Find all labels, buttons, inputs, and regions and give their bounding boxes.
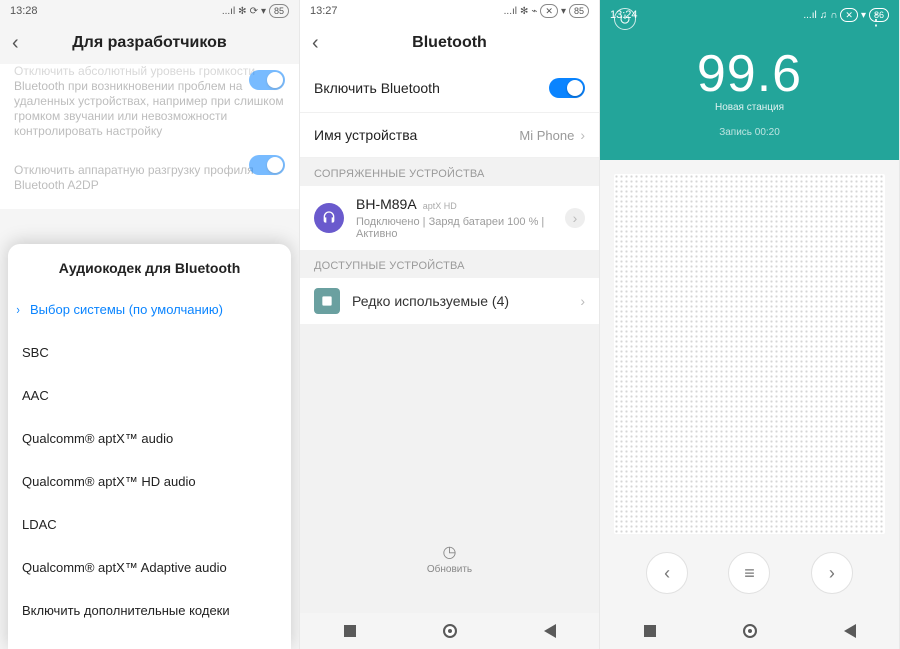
codec-option-ldac[interactable]: LDAC	[8, 503, 291, 546]
status-bar: 13:24 ...ıl♫∩✕▾86	[600, 4, 899, 26]
row-enable-bluetooth[interactable]: Включить Bluetooth	[300, 64, 599, 113]
station-name: Новая станция	[600, 102, 899, 113]
sheet-title: Аудиокодек для Bluetooth	[8, 244, 291, 288]
chevron-right-icon: ›	[580, 293, 585, 309]
folder-icon	[314, 288, 340, 314]
row-device-name[interactable]: Имя устройства Mi Phone›	[300, 113, 599, 158]
chevron-right-icon: ›	[580, 127, 585, 143]
codec-sheet: Аудиокодек для Bluetooth Выбор системы (…	[8, 244, 291, 649]
page-title: Bluetooth	[300, 34, 599, 52]
header: ‹ Bluetooth	[300, 22, 599, 64]
power-button[interactable]	[614, 8, 636, 30]
section-paired: СОПРЯЖЕННЫЕ УСТРОЙСТВА	[300, 158, 599, 186]
recording-status: Запись 00:20	[600, 127, 899, 138]
codec-option-enable-extra[interactable]: Включить дополнительные кодеки	[8, 589, 291, 632]
section-available: ДОСТУПНЫЕ УСТРОЙСТВА	[300, 250, 599, 278]
clock: 13:27	[310, 5, 338, 17]
codec-option-aptx[interactable]: Qualcomm® aptX™ audio	[8, 417, 291, 460]
content: Отключить абсолютный уровень громкости B…	[0, 64, 299, 649]
speaker-grille	[614, 174, 885, 534]
toggle-a2dp-offload[interactable]	[249, 155, 285, 175]
refresh-icon: ◷	[300, 542, 599, 562]
radio-header: 13:24 ...ıl♫∩✕▾86 ⋮ 99.6 Новая станция З…	[600, 0, 899, 160]
device-status: Подключено | Заряд батареи 100 % | Актив…	[356, 216, 547, 240]
radio-controls: ‹ ≡ ›	[600, 534, 899, 594]
codec-option-system-default[interactable]: Выбор системы (по умолчанию)	[8, 288, 291, 331]
codec-option-sbc[interactable]: SBC	[8, 331, 291, 374]
device-name: BH-M89A	[356, 196, 417, 212]
setting-absolute-volume: Отключить абсолютный уровень громкости B…	[0, 64, 299, 149]
headphones-icon	[314, 203, 344, 233]
frequency-display: 99.6	[600, 44, 899, 104]
refresh-button[interactable]: ◷ Обновить	[300, 542, 599, 575]
codec-option-aptx-adaptive[interactable]: Qualcomm® aptX™ Adaptive audio	[8, 546, 291, 589]
android-navbar	[600, 613, 899, 649]
android-navbar	[300, 613, 599, 649]
codec-badge: aptX HD	[423, 201, 457, 211]
nav-recent-icon[interactable]	[644, 625, 656, 637]
more-icon[interactable]: ⋮	[868, 10, 885, 30]
phone-bluetooth-settings: 13:27 ...ıl✻⌁✕▾85 ‹ Bluetooth Включить B…	[300, 0, 600, 649]
content: Включить Bluetooth Имя устройства Mi Pho…	[300, 64, 599, 613]
back-icon[interactable]: ‹	[312, 32, 319, 55]
paired-device[interactable]: BH-M89A aptX HD Подключено | Заряд батаре…	[300, 186, 599, 250]
row-rarely-used[interactable]: Редко используемые (4) ›	[300, 278, 599, 324]
stations-button[interactable]: ≡	[728, 552, 770, 594]
codec-option-disable-extra[interactable]: Отключить дополнительные кодеки	[8, 632, 291, 649]
status-icons: ...ıl✻⌁✕▾85	[504, 4, 589, 18]
prev-button[interactable]: ‹	[646, 552, 688, 594]
nav-home-icon[interactable]	[743, 624, 757, 638]
toggle-bluetooth[interactable]	[549, 78, 585, 98]
back-icon[interactable]: ‹	[12, 32, 19, 55]
codec-option-aac[interactable]: AAC	[8, 374, 291, 417]
phone-developer-options: 13:28 ...ıl✻⟳▾85 ‹ Для разработчиков Отк…	[0, 0, 300, 649]
nav-back-icon[interactable]	[844, 624, 856, 638]
setting-a2dp-offload: Отключить аппаратную разгрузку профиля B…	[0, 149, 299, 209]
nav-back-icon[interactable]	[544, 624, 556, 638]
status-icons: ...ıl✻⟳▾85	[222, 4, 289, 18]
codec-option-aptx-hd[interactable]: Qualcomm® aptX™ HD audio	[8, 460, 291, 503]
status-bar: 13:28 ...ıl✻⟳▾85	[0, 0, 299, 22]
nav-recent-icon[interactable]	[344, 625, 356, 637]
chevron-right-icon[interactable]: ›	[565, 208, 585, 228]
nav-home-icon[interactable]	[443, 624, 457, 638]
value: Mi Phone›	[519, 127, 585, 143]
label: Имя устройства	[314, 127, 417, 143]
phone-fm-radio: 13:24 ...ıl♫∩✕▾86 ⋮ 99.6 Новая станция З…	[600, 0, 900, 649]
page-title: Для разработчиков	[0, 34, 299, 52]
status-bar: 13:27 ...ıl✻⌁✕▾85	[300, 0, 599, 22]
next-button[interactable]: ›	[811, 552, 853, 594]
label: Редко используемые (4)	[352, 293, 562, 309]
toggle-absolute-volume[interactable]	[249, 70, 285, 90]
clock: 13:28	[10, 5, 38, 17]
header: ‹ Для разработчиков	[0, 22, 299, 64]
label: Включить Bluetooth	[314, 80, 440, 96]
